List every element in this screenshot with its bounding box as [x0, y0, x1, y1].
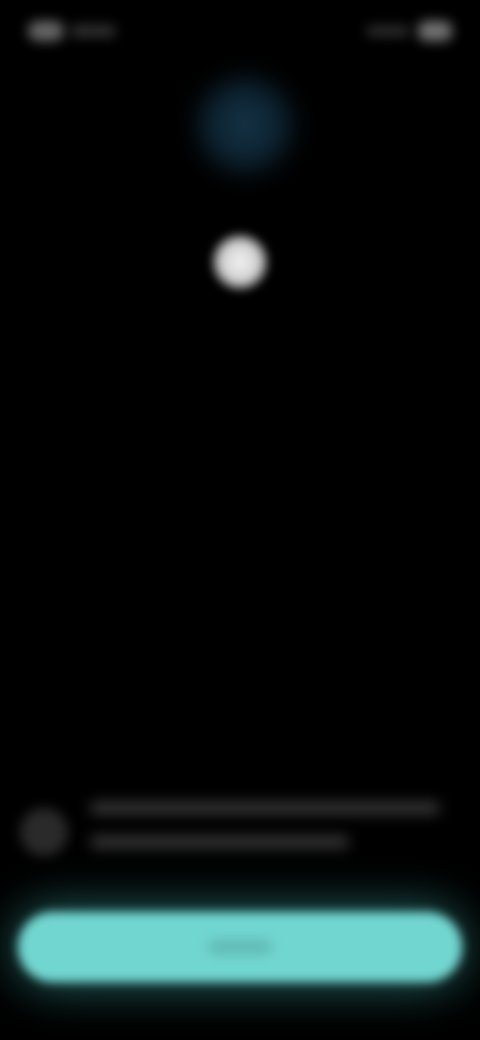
status-left: [28, 20, 124, 42]
signal-icon: [366, 26, 410, 36]
primary-action-button[interactable]: [18, 912, 462, 982]
notice-line-1: [90, 802, 440, 814]
center-light-dot: [210, 232, 270, 292]
status-time-icon: [28, 21, 64, 41]
battery-icon: [418, 21, 452, 41]
status-carrier-icon: [70, 25, 116, 37]
notice-text: [90, 802, 440, 862]
info-icon: [20, 808, 68, 856]
primary-button-label: [208, 940, 272, 954]
status-right: [342, 20, 452, 42]
ambient-glow: [190, 70, 300, 180]
notice-line-2: [90, 836, 349, 848]
notice-row: [18, 792, 440, 872]
app-screen: [0, 0, 480, 1040]
status-bar: [0, 0, 480, 64]
